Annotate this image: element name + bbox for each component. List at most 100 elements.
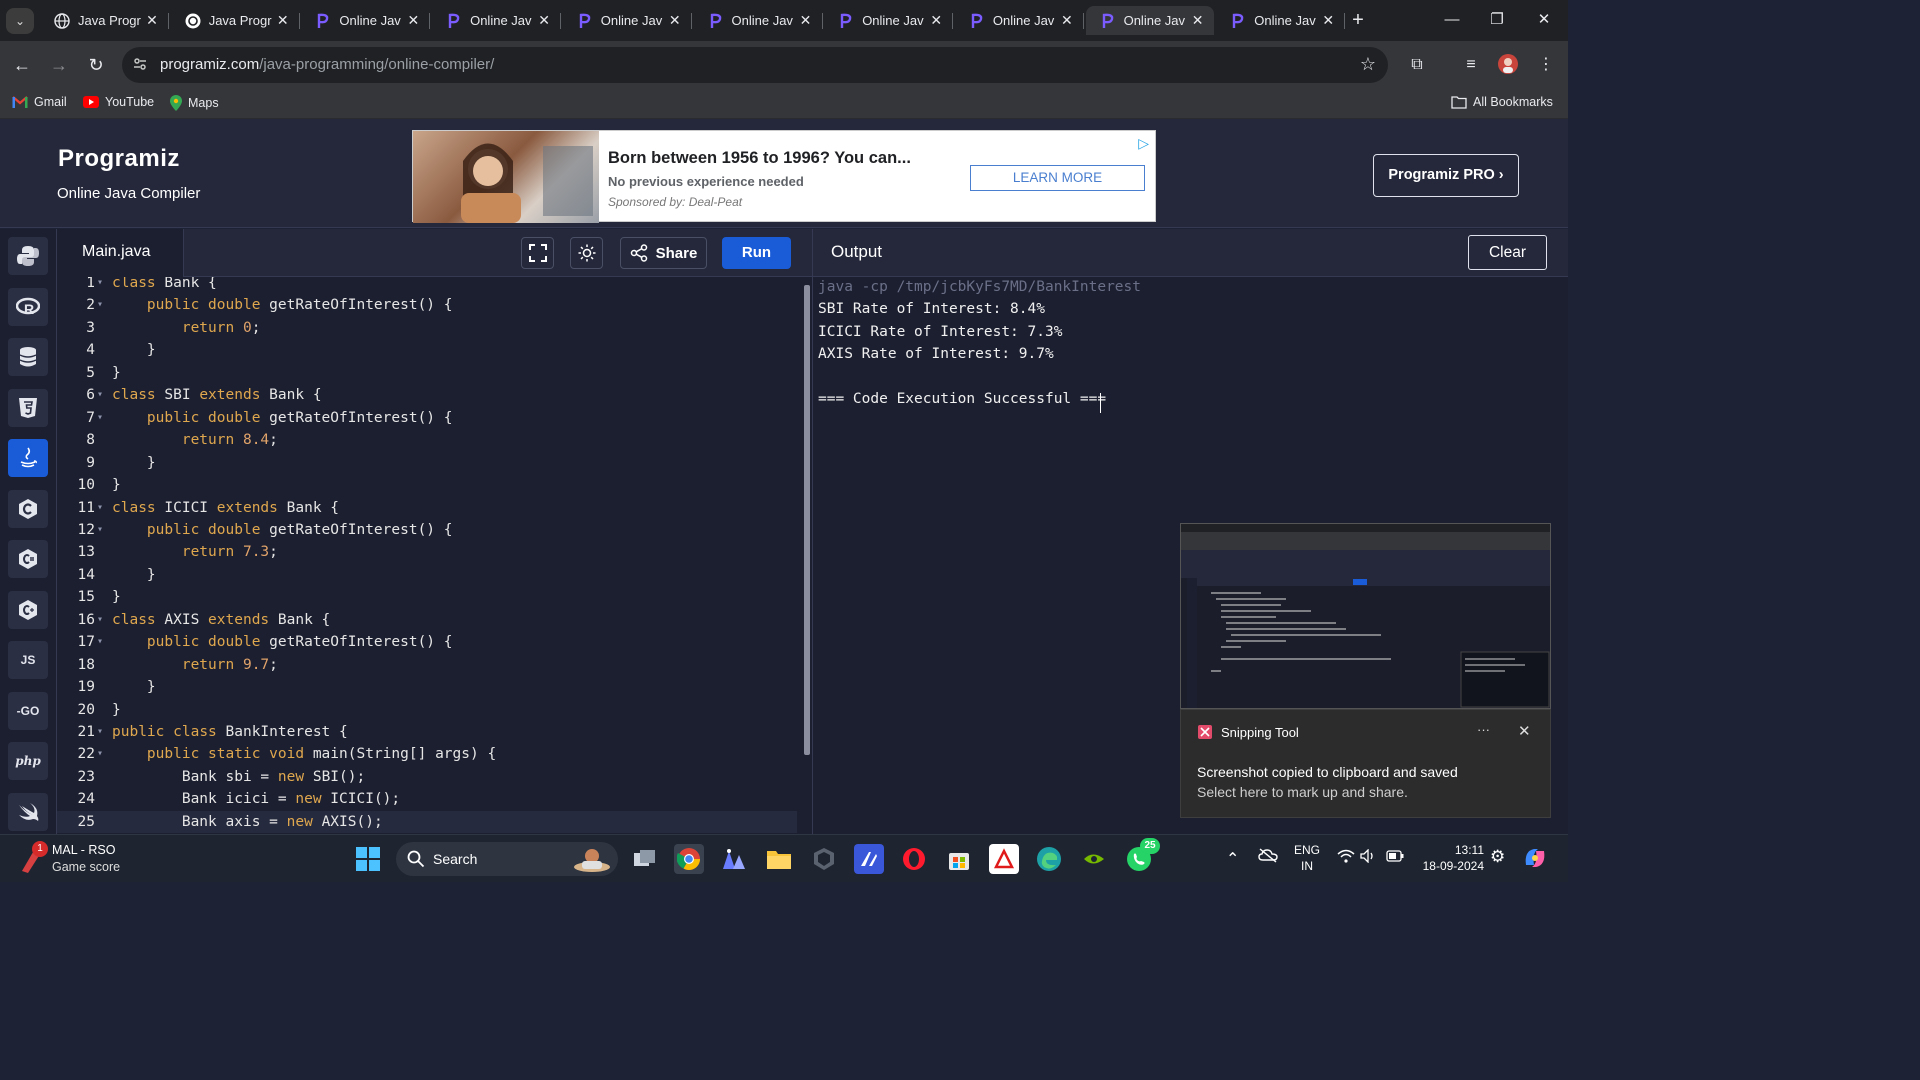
python-icon[interactable] [8, 237, 48, 275]
wifi-icon[interactable] [1337, 849, 1355, 867]
back-button[interactable]: ← [10, 53, 34, 77]
sql-icon[interactable] [8, 338, 48, 376]
site-info-icon[interactable] [132, 56, 150, 74]
fold-chevron-icon[interactable]: ▾ [97, 519, 103, 541]
acrobat-icon[interactable] [989, 844, 1019, 874]
fold-chevron-icon[interactable]: ▾ [97, 407, 103, 429]
media-controls-icon[interactable]: ≡ [1459, 53, 1483, 77]
tray-overflow-chevron[interactable]: ⌃ [1226, 849, 1239, 869]
theme-toggle-button[interactable] [570, 237, 603, 269]
toast-more-options[interactable]: ··· [1477, 722, 1490, 737]
browser-tab[interactable]: Java Progr ✕ [171, 6, 300, 35]
tab-close-icon[interactable]: ✕ [1320, 12, 1336, 29]
bookmark-maps[interactable]: Maps [170, 95, 219, 111]
settings-gear-icon[interactable]: ⚙ [1490, 847, 1505, 867]
fold-chevron-icon[interactable]: ▾ [97, 294, 103, 316]
java-icon[interactable] [8, 439, 48, 477]
file-tab[interactable]: Main.java [57, 229, 184, 277]
notes-app-icon[interactable] [854, 844, 884, 874]
security-app-icon[interactable] [809, 844, 839, 874]
fold-chevron-icon[interactable]: ▾ [97, 631, 103, 653]
fold-chevron-icon[interactable]: ▾ [97, 609, 103, 631]
adchoices-icon[interactable]: ▷ [1138, 135, 1149, 152]
html5-icon[interactable] [8, 388, 48, 427]
tab-search-button[interactable]: ⌄ [6, 8, 34, 34]
csharp-icon[interactable] [8, 540, 48, 578]
microsoft-store-icon[interactable] [944, 844, 974, 874]
browser-tab[interactable]: Online Jav ✕ [824, 6, 954, 35]
tab-close-icon[interactable]: ✕ [275, 12, 291, 29]
fold-chevron-icon[interactable]: ▾ [97, 384, 103, 406]
js-icon[interactable]: JS [8, 641, 48, 679]
go-icon[interactable]: -GO [8, 691, 48, 730]
cpp-icon[interactable] [8, 590, 48, 629]
extensions-icon[interactable]: ⧉ [1405, 53, 1429, 77]
clear-button[interactable]: Clear [1468, 235, 1547, 270]
whatsapp-icon[interactable]: 25 [1124, 838, 1160, 874]
browser-tab[interactable]: Online Jav ✕ [955, 6, 1084, 35]
snip-preview-thumbnail[interactable] [1180, 523, 1551, 709]
browser-tab[interactable]: Online Jav ✕ [563, 6, 692, 35]
onedrive-offline-icon[interactable] [1258, 847, 1278, 866]
browser-tab[interactable]: Online Jav ✕ [694, 6, 823, 35]
new-tab-button[interactable]: + [1347, 9, 1369, 31]
run-button[interactable]: Run [722, 237, 791, 269]
editor-scrollbar[interactable] [804, 285, 810, 755]
bookmark-youtube[interactable]: YouTube [83, 95, 154, 109]
tab-close-icon[interactable]: ✕ [1059, 12, 1075, 29]
minimize-button[interactable]: — [1440, 8, 1464, 32]
profile-avatar[interactable] [1496, 53, 1520, 77]
tab-close-icon[interactable]: ✕ [536, 12, 552, 29]
close-window-button[interactable]: ✕ [1532, 8, 1556, 32]
file-explorer-icon[interactable] [764, 844, 794, 874]
r-icon[interactable]: R [8, 287, 48, 326]
fold-chevron-icon[interactable]: ▾ [97, 743, 103, 765]
programiz-pro-button[interactable]: Programiz PRO › [1373, 154, 1519, 197]
php-icon[interactable]: php [8, 742, 48, 780]
reload-button[interactable]: ↻ [84, 53, 108, 77]
swift-icon[interactable] [8, 792, 48, 831]
chrome-taskbar-icon[interactable] [674, 844, 704, 874]
game-widget[interactable]: 1 MAL - RSO Game score [18, 841, 120, 880]
clock[interactable]: 13:11 18-09-2024 [1418, 843, 1484, 873]
tab-close-icon[interactable]: ✕ [667, 12, 683, 29]
windows-start-icon[interactable] [356, 847, 380, 871]
fold-chevron-icon[interactable]: ▾ [97, 721, 103, 743]
paint-taskbar-icon[interactable] [719, 844, 749, 874]
all-bookmarks[interactable]: All Bookmarks [1451, 95, 1553, 109]
toast-close-icon[interactable]: ✕ [1518, 722, 1531, 740]
tab-close-icon[interactable]: ✕ [1190, 12, 1206, 29]
programiz-logo[interactable]: Programiz [58, 145, 180, 173]
nvidia-icon[interactable] [1079, 844, 1109, 874]
fold-chevron-icon[interactable]: ▾ [97, 497, 103, 519]
task-view-icon[interactable] [630, 844, 660, 874]
fullscreen-button[interactable] [521, 237, 554, 269]
bookmark-star-icon[interactable]: ☆ [1360, 54, 1376, 75]
taskbar-search[interactable]: Search [396, 842, 618, 876]
snipping-tool-notification[interactable]: Snipping Tool ··· ✕ Screenshot copied to… [1180, 709, 1551, 818]
address-bar[interactable]: programiz.com/java-programming/online-co… [122, 47, 1388, 83]
ad-learn-more-button[interactable]: LEARN MORE [970, 165, 1145, 191]
tab-close-icon[interactable]: ✕ [798, 12, 814, 29]
tab-close-icon[interactable]: ✕ [405, 12, 421, 29]
language-indicator[interactable]: ENG IN [1292, 843, 1322, 873]
copilot-icon[interactable] [1522, 845, 1548, 874]
share-button[interactable]: Share [620, 237, 707, 269]
browser-tab[interactable]: Java Progr ✕ [40, 6, 169, 35]
edge-icon[interactable] [1034, 844, 1064, 874]
c-icon[interactable] [8, 489, 48, 528]
browser-tab[interactable]: Online Jav ✕ [301, 6, 431, 35]
browser-tab[interactable]: Online Jav ✕ [432, 6, 562, 35]
browser-tab[interactable]: Online Jav ✕ [1216, 6, 1346, 35]
code-editor[interactable]: 1 ▾ class Bank {2 ▾ public double getRateOf… [57, 277, 812, 834]
forward-button[interactable]: → [47, 53, 71, 77]
tab-close-icon[interactable]: ✕ [144, 12, 160, 29]
opera-icon[interactable] [899, 844, 929, 874]
battery-icon[interactable] [1386, 850, 1404, 865]
bookmark-gmail[interactable]: Gmail [12, 95, 67, 109]
fold-chevron-icon[interactable]: ▾ [97, 277, 103, 294]
restore-button[interactable]: ❐ [1485, 8, 1509, 32]
volume-icon[interactable] [1360, 848, 1376, 866]
browser-tab[interactable]: Online Jav ✕ [1085, 6, 1214, 35]
tab-close-icon[interactable]: ✕ [928, 12, 944, 29]
